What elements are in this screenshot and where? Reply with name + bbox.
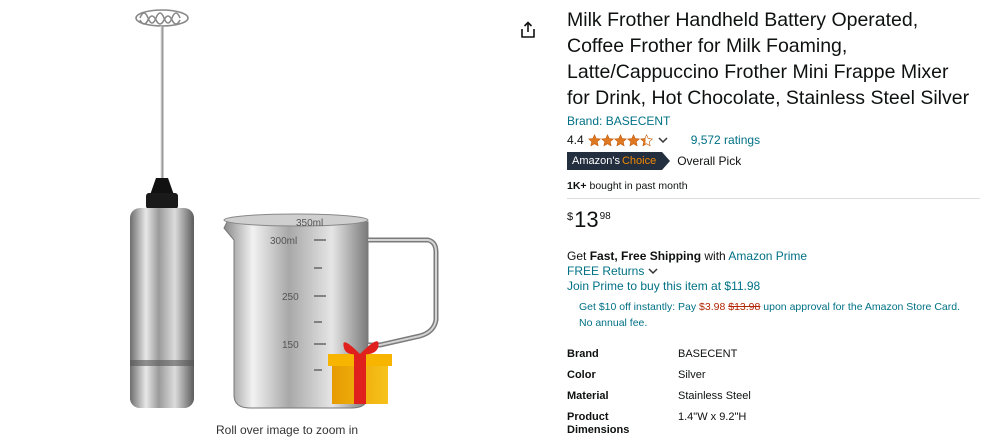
zoom-hint: Roll over image to zoom in	[216, 423, 359, 437]
rating-value: 4.4	[567, 132, 584, 147]
title-line: for Drink, Hot Chocolate, Stainless Stee…	[567, 87, 970, 109]
spec-row: Material Stainless Steel	[567, 390, 983, 403]
spec-value: Stainless Steel	[678, 390, 751, 402]
image-gallery: 350ml 300ml 250 150 Roll over image to z…	[0, 0, 548, 440]
spec-row: Product Dimensions 1.4"W x 9.2"H	[567, 411, 983, 437]
spec-row: Color Silver	[567, 369, 983, 382]
badge-choice: Choice	[621, 155, 657, 167]
bought-count: 1K+	[567, 180, 587, 192]
chevron-down-icon[interactable]	[657, 134, 669, 146]
title-line: Latte/Cappuccino Frother Mini Frappe Mix…	[567, 61, 949, 83]
promo-text: Get $10 off instantly: Pay	[579, 301, 700, 313]
spec-key: Material	[567, 390, 609, 402]
shipping-with: with	[701, 249, 729, 263]
free-returns[interactable]: FREE Returns	[567, 264, 983, 278]
rating-row: 4.4 9,572 ratings	[567, 131, 983, 148]
chevron-down-icon[interactable]	[647, 265, 659, 277]
badge-prefix: Amazon's	[572, 155, 620, 167]
free-returns-link[interactable]: FREE Returns	[567, 264, 644, 278]
shipping-prefix: Get	[567, 249, 590, 263]
promo-line-2: No annual fee.	[579, 317, 648, 329]
pitcher-mark-350: 350ml	[296, 218, 323, 229]
share-icon[interactable]	[518, 20, 538, 40]
promo-text-2: upon approval for the Amazon Store Card.	[760, 301, 960, 313]
shipping-info: Get Fast, Free Shipping with Amazon Prim…	[567, 249, 983, 263]
product-image[interactable]: 350ml 300ml 250 150	[100, 0, 500, 420]
join-prime-link[interactable]: Join Prime to buy this item at $11.98	[567, 279, 760, 293]
spec-key-line: Dimensions	[567, 424, 630, 436]
price-whole: 13	[574, 207, 599, 232]
promo-old-price: $13.98	[728, 301, 761, 313]
shipping-bold: Fast, Free Shipping	[589, 249, 702, 263]
bought-in-past-month: 1K+ bought in past month	[567, 180, 983, 192]
spec-key: Color	[567, 369, 596, 381]
brand-link[interactable]: Brand: BASECENT	[567, 113, 983, 129]
divider	[567, 198, 980, 199]
amazons-choice-badge[interactable]: Amazon's Choice	[567, 152, 671, 170]
spec-key: Brand	[567, 348, 599, 360]
spec-row: Brand BASECENT	[567, 348, 983, 361]
pitcher-mark-250: 250	[282, 292, 299, 303]
star-rating[interactable]	[587, 133, 654, 147]
title-line: Milk Frother Handheld Battery Operated,	[567, 9, 919, 31]
ratings-count-link[interactable]: 9,572 ratings	[691, 133, 760, 147]
whisk-head	[135, 9, 189, 27]
product-title: Milk Frother Handheld Battery Operated, …	[567, 7, 983, 111]
pitcher-mark-150: 150	[282, 340, 299, 351]
promo-new-price: $3.98	[699, 301, 726, 313]
product-info: Milk Frother Handheld Battery Operated, …	[567, 7, 983, 440]
price-fraction: 98	[599, 211, 611, 222]
spec-value: Silver	[678, 369, 706, 381]
spec-value: BASECENT	[678, 348, 738, 360]
product-specs: Brand BASECENT Color Silver Material Sta…	[567, 348, 983, 437]
title-line: Coffee Frother for Milk Foaming,	[567, 35, 848, 57]
prime-link[interactable]: Amazon Prime	[728, 249, 807, 263]
spec-key-line: Product	[567, 411, 609, 423]
price-symbol: $	[567, 211, 574, 223]
join-prime[interactable]: Join Prime to buy this item at $11.98	[567, 279, 983, 293]
price: $ 13 98	[567, 208, 983, 236]
badge-label: Overall Pick	[677, 154, 742, 168]
stars-icon	[587, 133, 653, 146]
spec-value: 1.4"W x 9.2"H	[678, 411, 747, 423]
pitcher-mark-300: 300ml	[270, 236, 297, 247]
badge-row: Amazon's Choice Overall Pick	[567, 152, 983, 170]
store-card-promo[interactable]: Get $10 off instantly: Pay $3.98 $13.98 …	[579, 299, 979, 331]
spec-key: Product Dimensions	[567, 411, 678, 437]
bought-text: bought in past month	[586, 180, 688, 192]
